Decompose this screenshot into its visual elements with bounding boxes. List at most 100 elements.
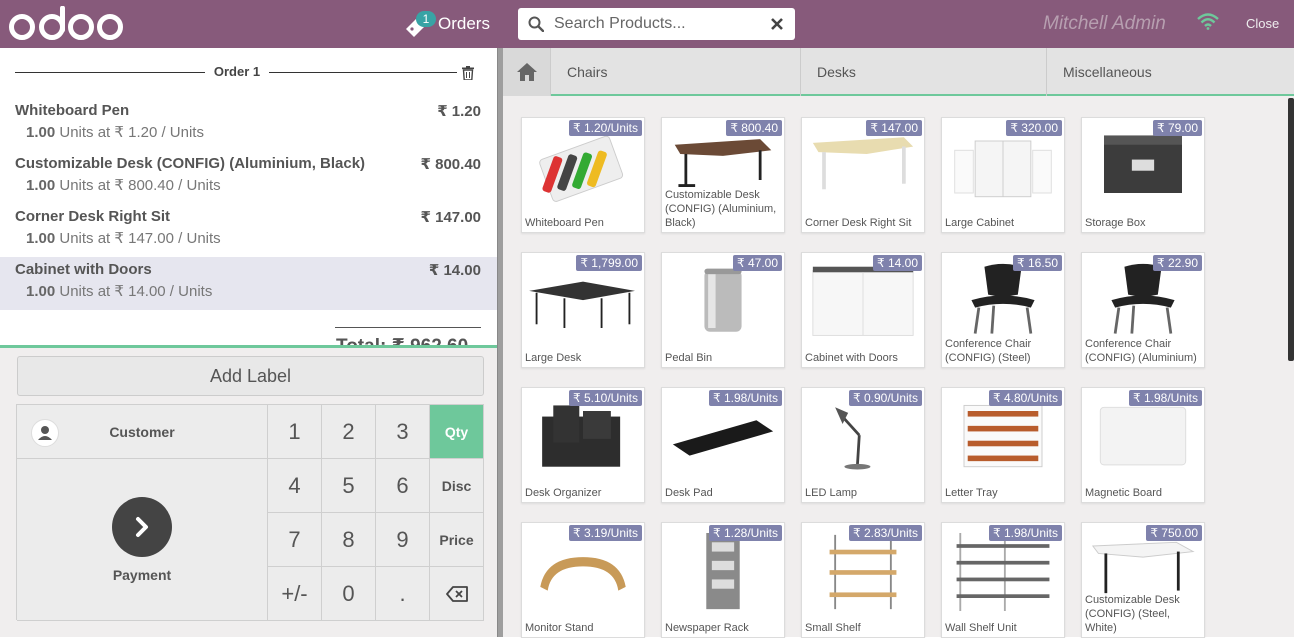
product-name: Conference Chair (CONFIG) (Steel) (945, 337, 1063, 365)
home-category-button[interactable] (503, 48, 551, 96)
order-line-unit-text: Units at ₹ 147.00 / Units (59, 230, 221, 247)
product-screen: Chairs Desks Miscellaneous ₹ 1.20/Units W… (503, 48, 1294, 638)
order-title: Order 1 (213, 64, 261, 79)
product-name: Large Desk (525, 351, 643, 365)
order-line-qty: 1.00 (26, 177, 56, 194)
numpad-key-9[interactable]: 9 (376, 513, 430, 567)
orders-count-badge: 1 (416, 11, 436, 27)
backspace-button[interactable] (430, 567, 484, 621)
mode-disc-button[interactable]: Disc (430, 459, 484, 513)
category-chairs[interactable]: Chairs (551, 48, 801, 96)
numpad-key-4[interactable]: 4 (268, 459, 322, 513)
category-miscellaneous[interactable]: Miscellaneous (1047, 48, 1294, 96)
customer-label: Customer (109, 423, 175, 440)
product-card[interactable]: ₹ 800.40 Customizable Desk (CONFIG) (Alum… (661, 117, 785, 233)
product-card[interactable]: ₹ 147.00 Corner Desk Right Sit (801, 117, 925, 233)
product-price-tag: ₹ 320.00 (1006, 120, 1062, 136)
product-price-tag: ₹ 1.98/Units (989, 525, 1062, 541)
order-line-info: 1.00 Units at ₹ 800.40 / Units (26, 176, 221, 194)
product-price-tag: ₹ 3.19/Units (569, 525, 642, 541)
product-card[interactable]: ₹ 320.00 Large Cabinet (941, 117, 1065, 233)
numpad-key-0[interactable]: 0 (322, 567, 376, 621)
numpad-area: Customer Payment 1 2 3 Qty 4 5 6 Disc 7 … (16, 404, 484, 621)
numpad-key-2[interactable]: 2 (322, 405, 376, 459)
product-name: Large Cabinet (945, 216, 1063, 230)
divider (15, 72, 205, 73)
order-total: Total: ₹ 962.60 (336, 335, 468, 345)
mode-qty-button[interactable]: Qty (430, 405, 484, 459)
add-label-button[interactable]: Add Label (17, 356, 484, 396)
product-card[interactable]: ₹ 750.00 Customizable Desk (CONFIG) (Stee… (1081, 522, 1205, 638)
backspace-icon (445, 585, 468, 602)
category-desks[interactable]: Desks (801, 48, 1047, 96)
product-image (812, 137, 914, 190)
clear-search-icon[interactable] (770, 17, 784, 31)
product-image (540, 557, 626, 591)
product-card[interactable]: ₹ 14.00 Cabinet with Doors (801, 252, 925, 368)
numpad-key-8[interactable]: 8 (322, 513, 376, 567)
product-card[interactable]: ₹ 47.00 Pedal Bin (661, 252, 785, 368)
product-name: Letter Tray (945, 486, 1063, 500)
numpad-key-7[interactable]: 7 (268, 513, 322, 567)
order-line[interactable]: Whiteboard Pen ₹ 1.20 1.00 Units at ₹ 1.… (0, 98, 497, 151)
mode-price-button[interactable]: Price (430, 513, 484, 567)
numpad-key-plus-minus[interactable]: +/- (268, 567, 322, 621)
product-image (542, 405, 621, 467)
order-line[interactable]: Corner Desk Right Sit ₹ 147.00 1.00 Unit… (0, 204, 497, 257)
product-price-tag: ₹ 16.50 (1013, 255, 1062, 271)
order-line-info: 1.00 Units at ₹ 14.00 / Units (26, 282, 212, 300)
product-price-tag: ₹ 22.90 (1153, 255, 1202, 271)
order-line-unit-text: Units at ₹ 1.20 / Units (59, 124, 204, 141)
product-card[interactable]: ₹ 1.98/Units Magnetic Board (1081, 387, 1205, 503)
numpad-key-dot[interactable]: . (376, 567, 430, 621)
product-card[interactable]: ₹ 1,799.00 Large Desk (521, 252, 645, 368)
product-name: Small Shelf (805, 621, 923, 635)
order-line[interactable]: Customizable Desk (CONFIG) (Aluminium, B… (0, 151, 497, 204)
numpad-key-1[interactable]: 1 (268, 405, 322, 459)
product-card[interactable]: ₹ 1.28/Units Newspaper Rack (661, 522, 785, 638)
order-line-selected[interactable]: Cabinet with Doors ₹ 14.00 1.00 Units at… (0, 257, 497, 310)
product-image (956, 533, 1050, 611)
customer-button[interactable]: Customer (17, 405, 268, 459)
payment-button[interactable]: Payment (17, 459, 268, 621)
scrollbar[interactable] (1288, 98, 1294, 361)
product-name: LED Lamp (805, 486, 923, 500)
product-card[interactable]: ₹ 5.10/Units Desk Organizer (521, 387, 645, 503)
numpad-key-6[interactable]: 6 (376, 459, 430, 513)
order-line-name: Corner Desk Right Sit (15, 208, 171, 225)
product-card[interactable]: ₹ 3.19/Units Monitor Stand (521, 522, 645, 638)
numpad-key-3[interactable]: 3 (376, 405, 430, 459)
product-card[interactable]: ₹ 4.80/Units Letter Tray (941, 387, 1065, 503)
chevron-right-icon (112, 497, 172, 557)
order-line-unit-text: Units at ₹ 14.00 / Units (59, 283, 213, 300)
order-line-qty: 1.00 (26, 230, 56, 247)
orders-button[interactable]: 1 Orders (404, 8, 490, 40)
product-card[interactable]: ₹ 1.20/Units Whiteboard Pen (521, 117, 645, 233)
username[interactable]: Mitchell Admin (1043, 13, 1166, 35)
product-card[interactable]: ₹ 2.83/Units Small Shelf (801, 522, 925, 638)
trash-icon[interactable] (462, 66, 474, 80)
product-image (954, 140, 1052, 198)
product-image (539, 135, 624, 202)
odoo-logo (9, 6, 123, 40)
order-line-qty: 1.00 (26, 283, 56, 300)
wifi-icon (1197, 13, 1219, 30)
close-button[interactable]: Close (1246, 16, 1279, 31)
product-card[interactable]: ₹ 1.98/Units Desk Pad (661, 387, 785, 503)
product-card[interactable]: ₹ 1.98/Units Wall Shelf Unit (941, 522, 1065, 638)
product-name: Wall Shelf Unit (945, 621, 1063, 635)
product-price-tag: ₹ 1,799.00 (576, 255, 642, 271)
product-card[interactable]: ₹ 0.90/Units LED Lamp (801, 387, 925, 503)
product-price-tag: ₹ 1.98/Units (709, 390, 782, 406)
search-input[interactable] (554, 8, 764, 40)
product-image (672, 420, 774, 456)
home-icon (516, 63, 537, 81)
product-card[interactable]: ₹ 79.00 Storage Box (1081, 117, 1205, 233)
product-price-tag: ₹ 4.80/Units (989, 390, 1062, 406)
product-card[interactable]: ₹ 22.90 Conference Chair (CONFIG) (Alumin… (1081, 252, 1205, 368)
numpad-key-5[interactable]: 5 (322, 459, 376, 513)
order-line-name: Whiteboard Pen (15, 102, 130, 119)
product-name: Magnetic Board (1085, 486, 1203, 500)
product-price-tag: ₹ 1.20/Units (569, 120, 642, 136)
product-card[interactable]: ₹ 16.50 Conference Chair (CONFIG) (Steel) (941, 252, 1065, 368)
